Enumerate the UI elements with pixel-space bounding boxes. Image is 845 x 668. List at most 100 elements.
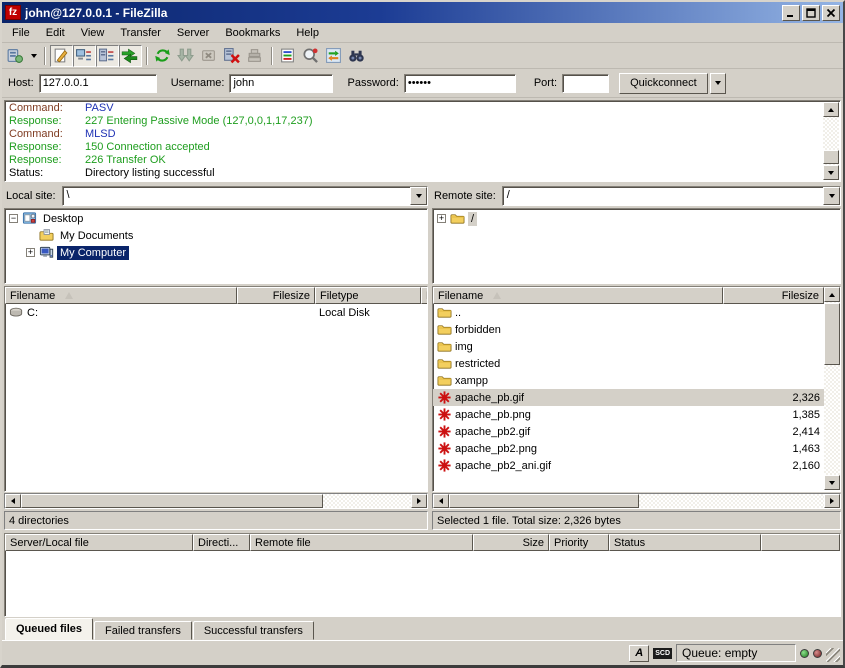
menu-item-server[interactable]: Server xyxy=(169,25,217,41)
maximize-button[interactable] xyxy=(802,5,820,21)
username-input[interactable] xyxy=(229,74,333,93)
menu-item-file[interactable]: File xyxy=(4,25,38,41)
queue-column-header-priority[interactable]: Priority xyxy=(549,534,609,551)
scroll-up-button[interactable] xyxy=(824,287,840,302)
column-header-filename[interactable]: Filename xyxy=(433,287,723,304)
close-button[interactable] xyxy=(822,5,840,21)
message-log-scrollbar[interactable] xyxy=(823,102,839,180)
remote-site-combobox[interactable]: / xyxy=(502,186,841,206)
file-row[interactable]: .. xyxy=(433,304,824,321)
menu-item-help[interactable]: Help xyxy=(288,25,327,41)
tree-item[interactable]: − Desktop xyxy=(7,210,425,227)
local-site-path[interactable]: \ xyxy=(63,187,410,205)
file-row[interactable]: restricted xyxy=(433,355,824,372)
toggle-remote-tree-button[interactable] xyxy=(96,45,119,67)
toggle-message-log-button[interactable] xyxy=(50,45,73,67)
scrollbar-thumb[interactable] xyxy=(823,150,839,164)
queue-column-header-serverlocalfile[interactable]: Server/Local file xyxy=(5,534,193,551)
local-horizontal-scrollbar[interactable] xyxy=(4,493,428,509)
column-header-filesize[interactable]: Filesize xyxy=(237,287,315,304)
queue-column-header-size[interactable]: Size xyxy=(473,534,549,551)
file-row[interactable]: C:Local Disk xyxy=(5,304,427,321)
remote-vertical-scrollbar[interactable] xyxy=(824,287,840,490)
column-header-l[interactable]: L xyxy=(421,287,428,304)
tree-item[interactable]: My Documents xyxy=(7,227,425,244)
scrollbar-thumb[interactable] xyxy=(449,494,639,508)
file-row[interactable]: apache_pb.gif2,326 xyxy=(433,389,824,406)
speedlimit-badge[interactable]: SCD xyxy=(653,648,672,659)
scroll-left-button[interactable] xyxy=(5,494,21,508)
port-input[interactable] xyxy=(562,74,609,93)
file-row[interactable]: xampp xyxy=(433,372,824,389)
directory-listing-filters-button[interactable] xyxy=(277,45,300,67)
menu-item-edit[interactable]: Edit xyxy=(38,25,73,41)
quickconnect-button[interactable]: Quickconnect xyxy=(619,73,708,94)
data-type-indicator-button[interactable]: A xyxy=(629,645,649,662)
synchronized-browsing-button[interactable] xyxy=(323,45,346,67)
tree-item[interactable]: + My Computer xyxy=(7,244,425,261)
collapse-icon[interactable]: − xyxy=(9,214,18,223)
remote-horizontal-scrollbar[interactable] xyxy=(432,493,841,509)
remote-site-dropdown-button[interactable] xyxy=(823,187,840,205)
password-input[interactable] xyxy=(404,74,516,93)
scroll-left-button[interactable] xyxy=(433,494,449,508)
queue-column-header-remotefile[interactable]: Remote file xyxy=(250,534,473,551)
scroll-down-button[interactable] xyxy=(823,165,839,180)
file-cell-filename: apache_pb.gif xyxy=(433,389,723,406)
local-site-dropdown-button[interactable] xyxy=(410,187,427,205)
desktop-icon xyxy=(22,211,37,226)
tree-item-label[interactable]: / xyxy=(468,212,477,226)
file-row[interactable]: apache_pb2.gif2,414 xyxy=(433,423,824,440)
scrollbar-thumb[interactable] xyxy=(21,494,323,508)
scroll-right-button[interactable] xyxy=(411,494,427,508)
directory-comparison-button[interactable] xyxy=(300,45,323,67)
tree-item-label[interactable]: Desktop xyxy=(40,212,86,226)
file-row[interactable]: forbidden xyxy=(433,321,824,338)
expand-icon[interactable]: + xyxy=(437,214,446,223)
toggle-transfer-queue-button[interactable] xyxy=(119,45,142,67)
site-manager-dropdown-button[interactable] xyxy=(27,45,40,67)
column-header-filesize[interactable]: Filesize xyxy=(723,287,824,304)
host-input[interactable] xyxy=(39,74,157,93)
toggle-local-tree-button[interactable] xyxy=(73,45,96,67)
queue-column-header-filler xyxy=(761,534,840,551)
queue-status-panel: Queue: empty xyxy=(676,644,796,662)
refresh-button[interactable] xyxy=(152,45,175,67)
cancel-operation-button[interactable] xyxy=(198,45,221,67)
reconnect-button[interactable] xyxy=(244,45,267,67)
column-header-filetype[interactable]: Filetype xyxy=(315,287,421,304)
local-site-combobox[interactable]: \ xyxy=(62,186,428,206)
minimize-button[interactable] xyxy=(782,5,800,21)
queue-column-header-directi[interactable]: Directi... xyxy=(193,534,250,551)
tab-failed-transfers[interactable]: Failed transfers xyxy=(94,621,192,640)
disconnect-button[interactable] xyxy=(221,45,244,67)
quickconnect-dropdown-button[interactable] xyxy=(710,73,726,94)
log-text: PASV xyxy=(85,102,114,114)
menu-item-bookmarks[interactable]: Bookmarks xyxy=(217,25,288,41)
menu-item-transfer[interactable]: Transfer xyxy=(112,25,169,41)
process-queue-button[interactable] xyxy=(175,45,198,67)
resize-grip[interactable] xyxy=(826,648,840,662)
scroll-down-button[interactable] xyxy=(824,475,840,490)
find-files-button[interactable] xyxy=(346,45,369,67)
tree-item-label[interactable]: My Documents xyxy=(57,229,136,243)
scroll-right-button[interactable] xyxy=(824,494,840,508)
scroll-up-button[interactable] xyxy=(823,102,839,117)
file-row[interactable]: img xyxy=(433,338,824,355)
scrollbar-thumb[interactable] xyxy=(824,303,840,365)
column-header-filename[interactable]: Filename xyxy=(5,287,237,304)
site-manager-button[interactable] xyxy=(4,45,27,67)
log-text: Directory listing successful xyxy=(85,167,215,179)
apache-image-icon xyxy=(437,441,452,456)
queue-column-header-status[interactable]: Status xyxy=(609,534,761,551)
tree-item-label[interactable]: My Computer xyxy=(57,246,129,260)
file-row[interactable]: apache_pb.png1,385 xyxy=(433,406,824,423)
remote-site-path[interactable]: / xyxy=(503,187,823,205)
file-row[interactable]: apache_pb2.png1,463 xyxy=(433,440,824,457)
tree-item[interactable]: +/ xyxy=(435,210,838,227)
tab-queued-files[interactable]: Queued files xyxy=(5,618,93,640)
menu-item-view[interactable]: View xyxy=(73,25,113,41)
expand-icon[interactable]: + xyxy=(26,248,35,257)
tab-successful-transfers[interactable]: Successful transfers xyxy=(193,621,314,640)
file-row[interactable]: apache_pb2_ani.gif2,160 xyxy=(433,457,824,474)
